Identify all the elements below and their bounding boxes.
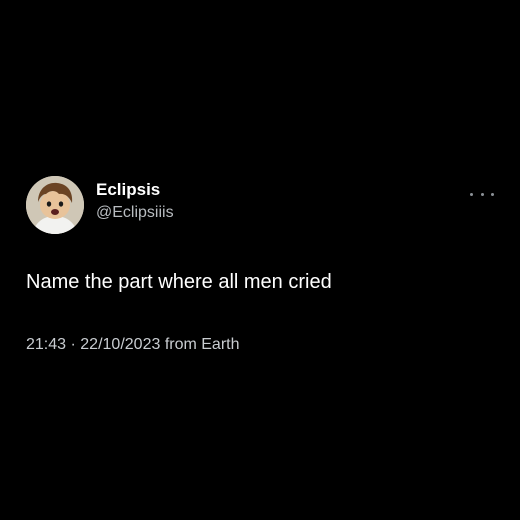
user-handle[interactable]: @Eclipsiiis <box>96 204 174 222</box>
cartoon-avatar-icon <box>26 176 84 234</box>
avatar[interactable] <box>26 176 84 234</box>
display-name[interactable]: Eclipsis <box>96 180 160 200</box>
tweet-text: Name the part where all men cried <box>26 271 332 293</box>
dot <box>491 192 494 196</box>
tweet-source: from Earth <box>164 336 240 353</box>
tweet-card: Eclipsis @Eclipsiiis Name the part where… <box>0 0 520 520</box>
meta-separator: · <box>70 336 76 353</box>
tweet-date[interactable]: 22/10/2023 <box>80 336 160 353</box>
tweet-time[interactable]: 21:43 <box>26 336 66 353</box>
tweet-meta: 21:43 · 22/10/2023 from Earth <box>26 336 240 354</box>
more-options-icon[interactable] <box>470 186 494 202</box>
dot <box>480 192 484 196</box>
dot <box>470 192 473 196</box>
